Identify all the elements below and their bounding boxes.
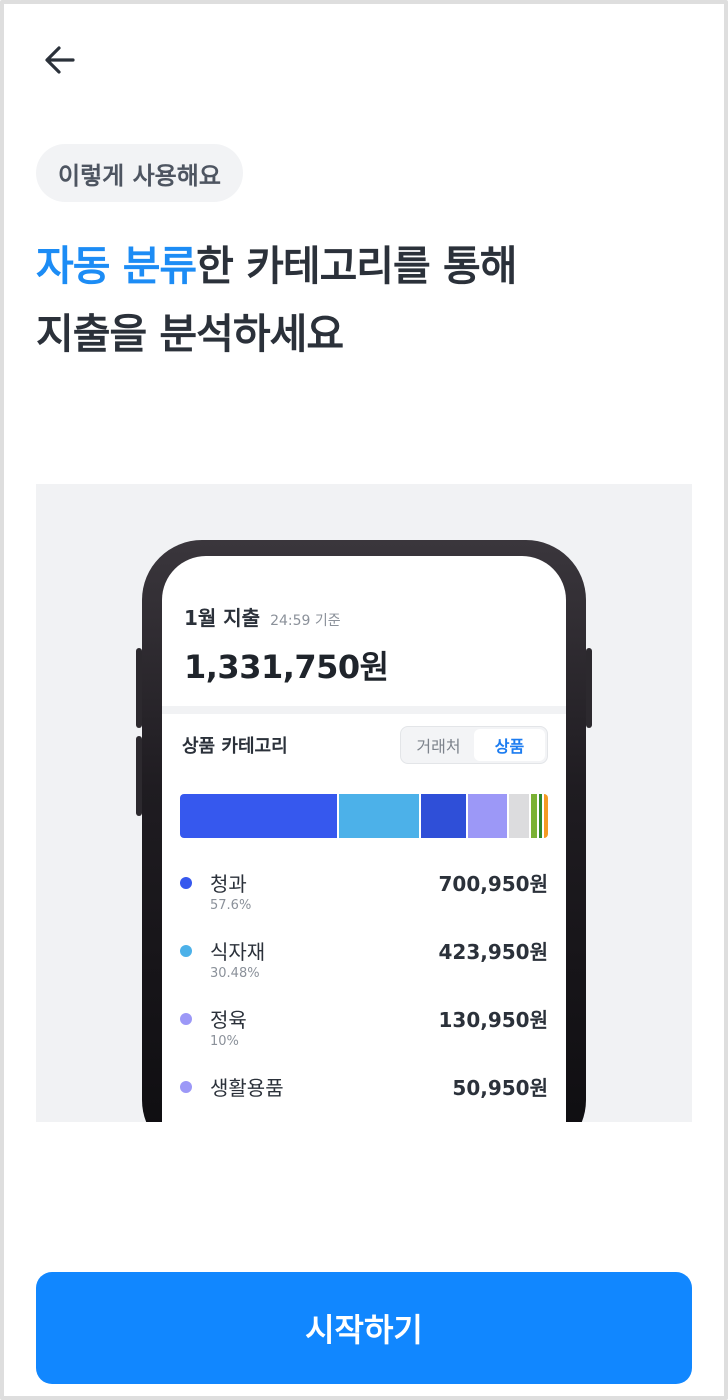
category-color-dot — [180, 1081, 192, 1093]
title-line-1: 자동 분류한 카테고리를 통해 — [36, 232, 517, 300]
basis-time: 24:59 기준 — [270, 613, 341, 629]
category-amount: 423,950원 — [438, 940, 549, 964]
back-button[interactable] — [36, 36, 84, 84]
start-button[interactable]: 시작하기 — [36, 1272, 692, 1384]
section-divider — [162, 706, 566, 714]
breakdown-segment — [531, 794, 538, 838]
category-amount: 50,950원 — [452, 1076, 548, 1100]
total-amount: 1,331,750원 — [184, 648, 389, 686]
category-amount: 130,950원 — [438, 1008, 549, 1032]
category-percent: 30.48% — [210, 966, 260, 981]
category-color-dot — [180, 945, 192, 957]
list-item: 정육 10% 130,950원 — [180, 1004, 548, 1072]
arrow-left-icon — [45, 46, 75, 74]
month-title: 1월 지출 — [184, 606, 261, 630]
category-name: 식자재 — [210, 940, 266, 964]
phone-mockup: 1월 지출 24:59 기준 1,331,750원 상품 카테고리 거래처 상품… — [136, 540, 592, 1122]
month-header: 1월 지출 24:59 기준 — [184, 602, 341, 631]
category-name: 청과 — [210, 872, 247, 896]
breakdown-segment — [421, 794, 467, 838]
category-toggle: 거래처 상품 — [400, 726, 548, 764]
toggle-vendor[interactable]: 거래처 — [403, 729, 474, 761]
breakdown-segment — [539, 794, 543, 838]
title-line-1-rest: 한 카테고리를 통해 — [196, 242, 517, 290]
category-color-dot — [180, 877, 192, 889]
phone-side-button — [136, 648, 142, 728]
list-item: 청과 57.6% 700,950원 — [180, 868, 548, 936]
category-breakdown-bar — [180, 794, 548, 838]
start-button-label: 시작하기 — [305, 1311, 423, 1349]
usage-badge-label: 이렇게 사용해요 — [58, 161, 221, 190]
category-name: 생활용품 — [210, 1076, 284, 1100]
usage-badge: 이렇게 사용해요 — [36, 144, 243, 202]
phone-side-button — [136, 736, 142, 816]
toggle-product[interactable]: 상품 — [474, 729, 545, 761]
title-line-2: 지출을 분석하세요 — [36, 310, 344, 358]
category-percent: 10% — [210, 1034, 239, 1049]
page-title: 자동 분류한 카테고리를 통해 지출을 분석하세요 — [36, 232, 517, 368]
phone-power-button — [586, 648, 592, 728]
phone-screen: 1월 지출 24:59 기준 1,331,750원 상품 카테고리 거래처 상품… — [162, 556, 566, 1122]
breakdown-segment — [508, 794, 530, 838]
title-accent: 자동 분류 — [36, 242, 197, 290]
breakdown-segment — [339, 794, 420, 838]
category-percent: 57.6% — [210, 898, 252, 913]
category-name: 정육 — [210, 1008, 247, 1032]
category-amount: 700,950원 — [438, 872, 549, 896]
breakdown-segment — [468, 794, 507, 838]
category-list: 청과 57.6% 700,950원 식자재 30.48% 423,950원 정육… — [180, 868, 548, 1122]
list-item: 식자재 30.48% 423,950원 — [180, 936, 548, 1004]
breakdown-segment — [544, 794, 548, 838]
category-title: 상품 카테고리 — [182, 736, 288, 757]
list-item: 생활용품 50,950원 — [180, 1072, 548, 1122]
category-color-dot — [180, 1013, 192, 1025]
breakdown-segment — [180, 794, 338, 838]
phone-illustration: 1월 지출 24:59 기준 1,331,750원 상품 카테고리 거래처 상품… — [36, 484, 692, 1122]
